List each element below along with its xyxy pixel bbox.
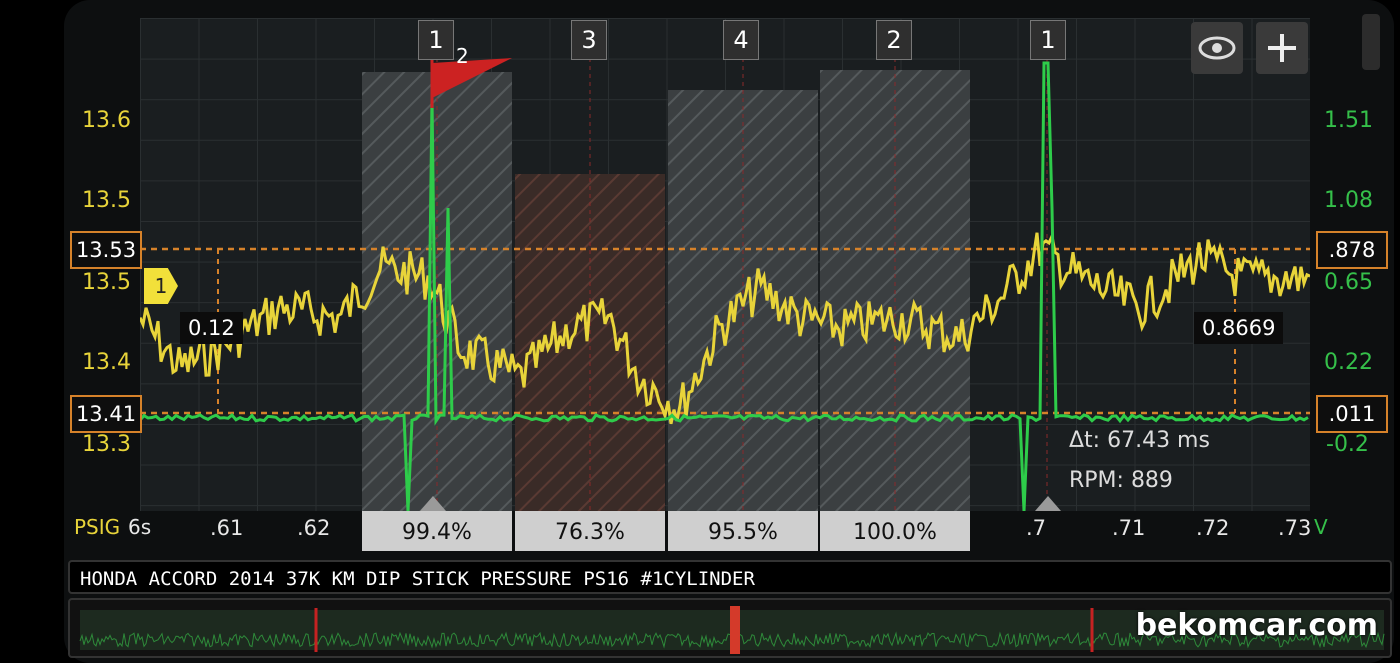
cylinder-marker-1[interactable]: 1 [418,20,454,60]
x-tick-1: .61 [210,516,244,540]
x-tick-4: .71 [1112,516,1146,540]
right-lower-cursor[interactable]: .011 [1316,395,1388,433]
left-unit-label: PSIG [74,515,121,539]
left-tick-1: 13.6 [82,108,131,133]
segment-4[interactable]: 100.0% [820,511,970,551]
trace-title: HONDA ACCORD 2014 37K KM DIP STICK PRESS… [68,560,1392,594]
plus-icon [1268,34,1296,62]
cylinder-marker-1b[interactable]: 1 [1030,20,1066,60]
left-tick-4: 13.4 [82,350,131,375]
rpm-readout: RPM: 889 [1069,468,1173,493]
right-delta-readout: 0.8669 [1194,312,1284,344]
eye-icon [1198,36,1236,60]
right-tick-1: 1.51 [1324,108,1373,133]
add-button[interactable] [1256,22,1308,74]
segment-2[interactable]: 76.3% [515,511,665,551]
right-tick-2: 1.08 [1324,188,1373,213]
flag-label[interactable]: 2 [456,44,469,68]
left-upper-cursor[interactable]: 13.53 [70,231,142,269]
watermark: bekomcar.com [1135,608,1378,643]
eye-button[interactable] [1191,22,1243,74]
side-handle[interactable] [1362,14,1380,70]
right-unit-label: V [1314,515,1328,539]
sync-triangle-2 [1035,496,1061,511]
right-tick-5: -0.2 [1326,432,1369,457]
cylinder-marker-4[interactable]: 4 [723,20,759,60]
left-delta-readout: 0.12 [180,312,243,344]
cylinder-marker-3[interactable]: 3 [571,20,607,60]
left-tick-3: 13.5 [82,270,131,295]
delta-t-readout: Δt: 67.43 ms [1069,428,1210,453]
right-tick-4: 0.22 [1324,350,1373,375]
segment-1[interactable]: 99.4% [362,511,512,551]
x-tick-5: .72 [1196,516,1230,540]
x-tick-2: .62 [297,516,331,540]
left-tick-5: 13.3 [82,432,131,457]
right-tick-3: 0.65 [1324,270,1373,295]
x-tick-3: .7 [1026,516,1047,540]
overview-viewport [730,606,740,654]
cylinder-marker-2[interactable]: 2 [876,20,912,60]
right-upper-cursor[interactable]: .878 [1316,231,1388,269]
timebase-label[interactable]: 6s [128,515,151,539]
left-tick-2: 13.5 [82,188,131,213]
x-tick-6: .73 [1278,516,1312,540]
left-lower-cursor[interactable]: 13.41 [70,395,142,433]
segment-3[interactable]: 95.5% [668,511,818,551]
